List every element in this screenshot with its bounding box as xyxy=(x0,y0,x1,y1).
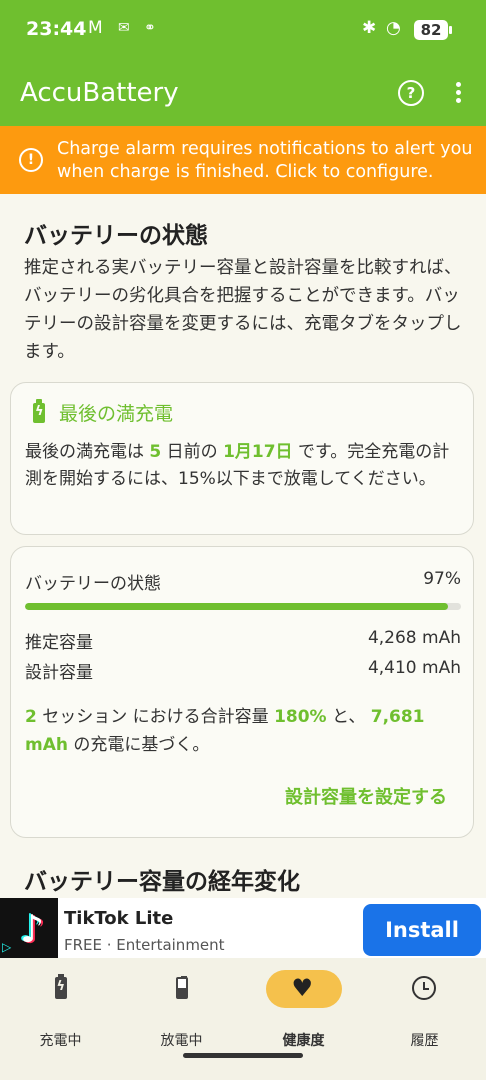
estimated-capacity-value: 4,268 mAh xyxy=(367,628,461,648)
bluetooth-icon: ✱ xyxy=(362,18,377,38)
battery-discharging-icon xyxy=(175,976,188,999)
play-glyph: ▷ xyxy=(2,940,12,954)
notification-icon: ✉ xyxy=(118,20,130,36)
total-capacity-percent: 180% xyxy=(274,707,327,727)
bottom-navigation: 充電中 放電中 ♥ 健康度 履歴 xyxy=(0,958,486,1080)
history-icon xyxy=(411,976,436,1000)
set-design-capacity-button[interactable]: 設計容量を設定する xyxy=(285,783,447,809)
health-value: 97% xyxy=(423,569,461,589)
status-time: 23:44 xyxy=(26,18,87,40)
install-button[interactable]: Install xyxy=(363,904,481,956)
app-title: AccuBattery xyxy=(20,78,179,108)
health-description: 推定される実バッテリー容量と設計容量を比較すれば、バッテリーの劣化具合を把握する… xyxy=(24,258,462,362)
text-fragment: の充電に基づく。 xyxy=(67,735,210,755)
nav-discharging[interactable]: 放電中 xyxy=(121,970,242,1049)
ad-app-name: TikTok Lite xyxy=(64,908,174,929)
nav-health[interactable]: ♥ 健康度 xyxy=(243,970,364,1049)
capacity-summary: 2 セッション における合計容量 180% と、 7,681 mAh の充電に基… xyxy=(25,703,461,759)
last-charge-date: 1月17日 xyxy=(223,442,293,462)
days-ago: 5 xyxy=(149,442,162,462)
estimated-capacity-label: 推定容量 xyxy=(25,633,93,653)
help-icon[interactable]: ? xyxy=(398,80,424,106)
heart-icon: ♥ xyxy=(291,974,314,1002)
nav-history[interactable]: 履歴 xyxy=(364,970,485,1049)
battery-health-card: バッテリーの状態 97% 推定容量 4,268 mAh 設計容量 4,410 m… xyxy=(10,546,474,838)
battery-charging-icon xyxy=(54,974,67,999)
last-full-charge-title: 最後の満充電 xyxy=(59,403,174,425)
nav-label: 履歴 xyxy=(410,1033,439,1049)
status-bar: 23:44 M ✉ ⚭ ✱ ◔ 82 xyxy=(0,0,486,60)
nav-charging[interactable]: 充電中 xyxy=(0,970,121,1049)
design-capacity-label: 設計容量 xyxy=(25,663,93,683)
home-indicator[interactable] xyxy=(183,1053,303,1058)
health-label: バッテリーの状態 xyxy=(25,574,161,594)
health-content[interactable]: バッテリーの状態 推定される実バッテリー容量と設計容量を比較すれば、バッテリーの… xyxy=(0,194,486,898)
more-options-icon[interactable] xyxy=(456,82,462,106)
health-progress-fill xyxy=(25,603,448,610)
nav-label: 放電中 xyxy=(160,1033,203,1049)
alert-icon: ! xyxy=(19,148,43,172)
link-icon: ⚭ xyxy=(144,20,156,36)
wifi-icon: ◔ xyxy=(386,18,401,38)
session-count: 2 xyxy=(25,707,37,727)
text-fragment: 日前の xyxy=(161,442,224,462)
health-progress-bar xyxy=(25,603,461,610)
note-glyph: ♪ xyxy=(20,907,45,951)
battery-tip xyxy=(449,26,452,34)
tiktok-logo-icon: ♪ ▷ xyxy=(0,898,58,958)
text-fragment: 最後の満充電は xyxy=(25,442,150,462)
text-fragment: と、 xyxy=(326,707,371,727)
battery-level: 82 xyxy=(414,20,448,40)
capacity-trend-heading: バッテリー容量の経年変化 xyxy=(24,869,300,895)
app-bar: AccuBattery ? xyxy=(0,60,486,126)
health-heading: バッテリーの状態 xyxy=(24,223,208,249)
charge-alarm-banner[interactable]: ! Charge alarm requires notifications to… xyxy=(0,126,486,194)
alert-text: Charge alarm requires notifications to a… xyxy=(57,139,473,182)
nav-label: 健康度 xyxy=(282,1033,325,1049)
gmail-icon: M xyxy=(88,18,103,38)
nav-label: 充電中 xyxy=(39,1033,82,1049)
text-fragment: セッション における合計容量 xyxy=(36,707,275,727)
last-full-charge-text: 最後の満充電は 5 日前の 1月17日 です。完全充電の計測を開始するには、15… xyxy=(25,439,461,493)
last-full-charge-card: 最後の満充電 最後の満充電は 5 日前の 1月17日 です。完全充電の計測を開始… xyxy=(10,382,474,535)
design-capacity-value: 4,410 mAh xyxy=(367,658,461,678)
ad-subtitle: FREE · Entertainment xyxy=(64,936,225,954)
ad-banner[interactable]: ♪ ▷ TikTok Lite FREE · Entertainment Ins… xyxy=(0,898,486,958)
battery-charging-icon xyxy=(33,399,45,423)
